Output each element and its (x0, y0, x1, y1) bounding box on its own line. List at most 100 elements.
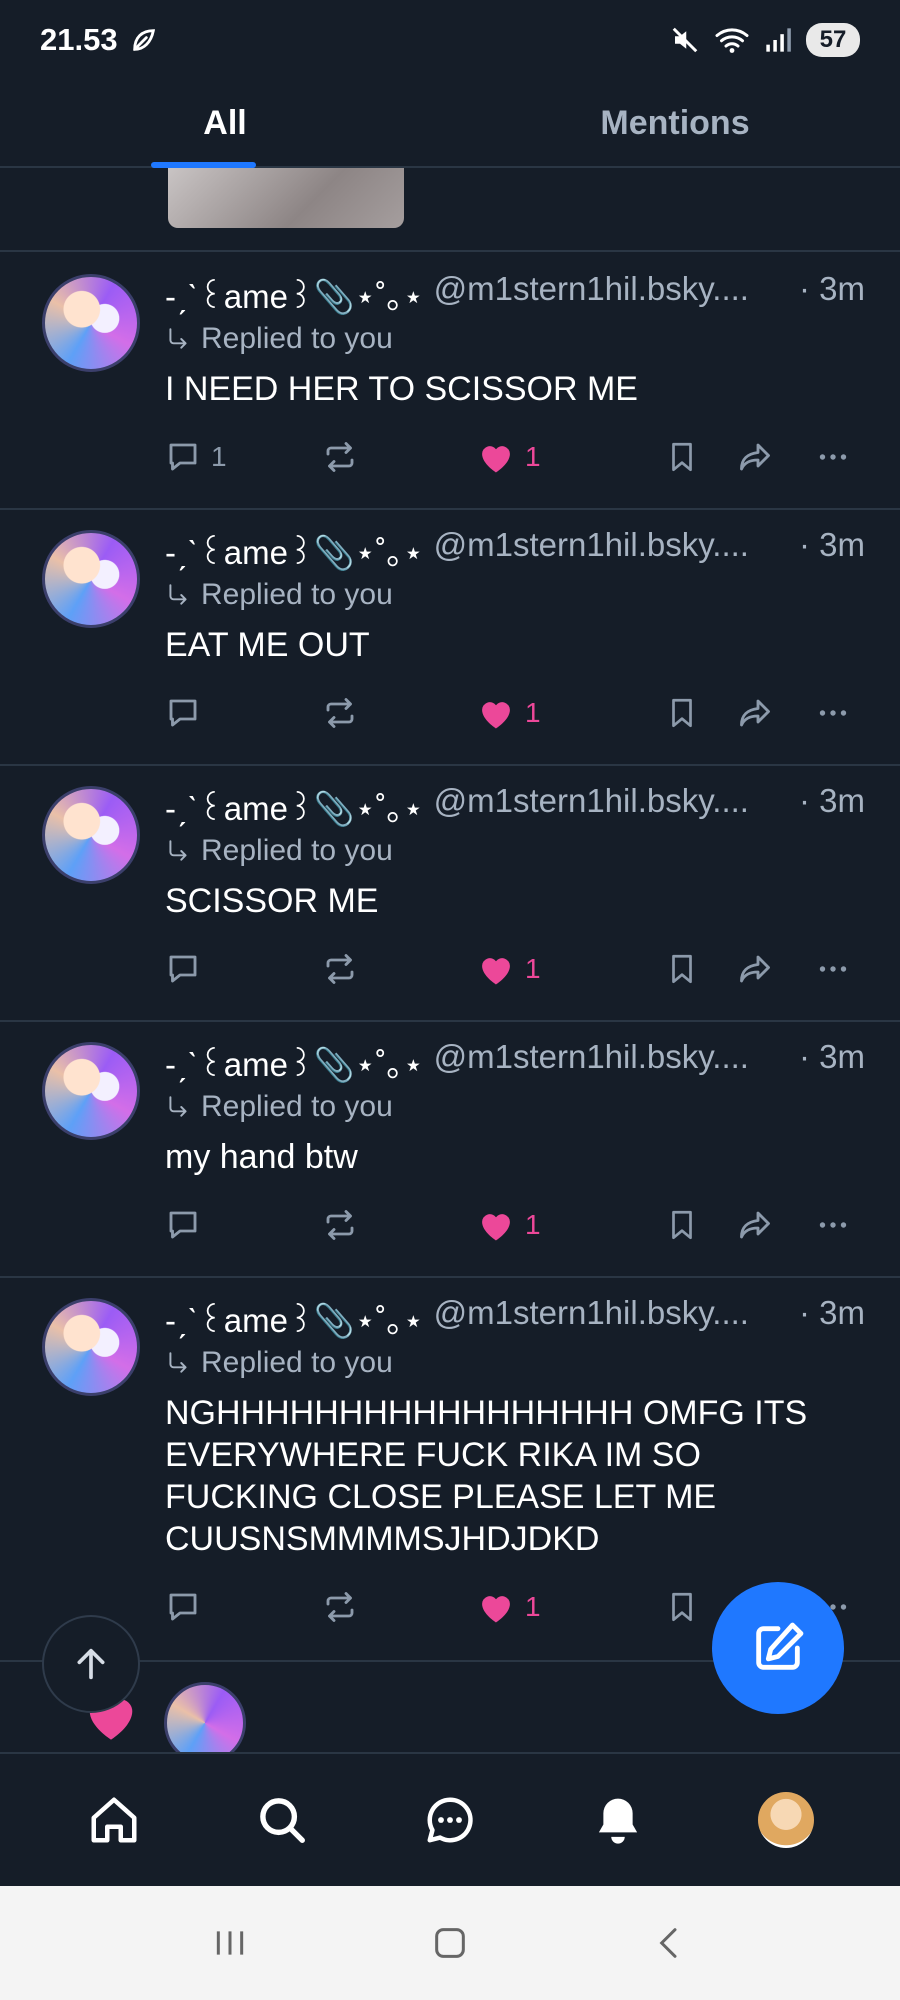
recent-apps-icon[interactable] (210, 1923, 250, 1963)
post-time: · 3m (799, 1038, 865, 1075)
search-icon (255, 1793, 309, 1847)
bookmark-icon (665, 439, 699, 475)
user-handle[interactable]: @m1stern1hil.bsky.... (434, 1038, 789, 1086)
nav-notifications-button[interactable] (578, 1780, 658, 1860)
avatar[interactable] (42, 1042, 140, 1140)
display-name[interactable]: -ˏˋ꒰ame꒱📎⋆˚｡⋆ (165, 782, 424, 830)
tab-mentions[interactable]: Mentions (450, 80, 900, 166)
bookmark-icon (665, 951, 699, 987)
post-text: I NEED HER TO SCISSOR ME (165, 370, 638, 408)
display-name[interactable]: -ˏˋ꒰ame꒱📎⋆˚｡⋆ (165, 526, 424, 574)
avatar[interactable] (42, 530, 140, 628)
bookmark-button[interactable] (665, 439, 699, 475)
like-button[interactable]: 1 (477, 1208, 541, 1242)
share-icon (735, 439, 775, 475)
more-options-button[interactable] (813, 951, 853, 987)
reply-button[interactable] (165, 1589, 211, 1625)
nav-search-button[interactable] (242, 1780, 322, 1860)
bookmark-button[interactable] (665, 695, 699, 731)
mute-icon (670, 25, 700, 55)
heart-icon (477, 952, 515, 986)
user-handle[interactable]: @m1stern1hil.bsky.... (434, 782, 789, 830)
arrow-up-icon (71, 1644, 111, 1684)
like-count: 1 (525, 1591, 541, 1622)
heart-icon (477, 440, 515, 474)
post-meta: -ˏˋ꒰ame꒱📎⋆˚｡⋆ @m1stern1hil.bsky.... · 3m (165, 1038, 865, 1086)
home-system-icon[interactable] (430, 1923, 470, 1963)
compose-icon (749, 1619, 807, 1677)
avatar[interactable] (42, 274, 140, 372)
repost-button[interactable] (321, 439, 359, 475)
status-left: 21.53 (40, 22, 158, 58)
status-right: 57 (670, 23, 860, 57)
notification-item[interactable]: -ˏˋ꒰ame꒱📎⋆˚｡⋆ @m1stern1hil.bsky.... · 3m… (0, 1020, 900, 1276)
repost-button[interactable] (321, 1207, 359, 1243)
replied-label: Replied to you (201, 1090, 393, 1123)
post-image-thumbnail[interactable] (168, 168, 404, 228)
reply-arrow-icon (165, 326, 191, 352)
post-text: SCISSOR ME (165, 882, 379, 920)
share-icon (735, 695, 775, 731)
avatar[interactable] (42, 786, 140, 884)
heart-icon (477, 1208, 515, 1242)
repost-icon (321, 951, 359, 987)
reply-arrow-icon (165, 1094, 191, 1120)
post-text: EAT ME OUT (165, 626, 370, 664)
compose-button[interactable] (712, 1582, 844, 1714)
display-name[interactable]: -ˏˋ꒰ame꒱📎⋆˚｡⋆ (165, 1294, 424, 1342)
notification-item[interactable]: -ˏˋ꒰ame꒱📎⋆˚｡⋆ @m1stern1hil.bsky.... · 3m… (0, 764, 900, 1020)
bookmark-button[interactable] (665, 1207, 699, 1243)
more-options-button[interactable] (813, 1207, 853, 1243)
share-button[interactable] (735, 695, 775, 731)
like-button[interactable]: 1 (477, 696, 541, 730)
replied-label: Replied to you (201, 1346, 393, 1379)
scroll-to-top-button[interactable] (42, 1615, 140, 1713)
tab-all[interactable]: All (0, 80, 450, 166)
leaf-icon (130, 26, 158, 54)
user-handle[interactable]: @m1stern1hil.bsky.... (434, 526, 789, 574)
user-handle[interactable]: @m1stern1hil.bsky.... (434, 270, 789, 318)
repost-button[interactable] (321, 695, 359, 731)
post-text: my hand btw (165, 1138, 358, 1176)
more-icon (813, 695, 853, 731)
post-meta: -ˏˋ꒰ame꒱📎⋆˚｡⋆ @m1stern1hil.bsky.... · 3m (165, 1294, 865, 1342)
replied-indicator: Replied to you (165, 322, 393, 356)
share-icon (735, 1207, 775, 1243)
share-button[interactable] (735, 951, 775, 987)
like-count: 1 (525, 953, 541, 984)
like-button[interactable]: 1 (477, 440, 541, 474)
like-count: 1 (525, 697, 541, 728)
nav-home-button[interactable] (74, 1780, 154, 1860)
post-time: · 3m (799, 270, 865, 307)
back-icon[interactable] (650, 1923, 690, 1963)
reply-button[interactable] (165, 951, 211, 987)
avatar[interactable] (42, 1298, 140, 1396)
replied-indicator: Replied to you (165, 834, 393, 868)
share-button[interactable] (735, 439, 775, 475)
more-icon (813, 439, 853, 475)
like-button[interactable]: 1 (477, 1590, 541, 1624)
nav-profile-button[interactable] (746, 1780, 826, 1860)
bottom-navigation (0, 1752, 900, 1886)
nav-chat-button[interactable] (410, 1780, 490, 1860)
reply-button[interactable]: 1 (165, 439, 227, 475)
notification-item[interactable]: -ˏˋ꒰ame꒱📎⋆˚｡⋆ @m1stern1hil.bsky.... · 3m… (0, 252, 900, 508)
reply-button[interactable] (165, 695, 211, 731)
more-options-button[interactable] (813, 695, 853, 731)
replied-indicator: Replied to you (165, 1090, 393, 1124)
share-button[interactable] (735, 1207, 775, 1243)
repost-button[interactable] (321, 1589, 359, 1625)
like-button[interactable]: 1 (477, 952, 541, 986)
chat-icon (423, 1793, 477, 1847)
notification-item[interactable]: -ˏˋ꒰ame꒱📎⋆˚｡⋆ @m1stern1hil.bsky.... · 3m… (0, 508, 900, 764)
more-options-button[interactable] (813, 439, 853, 475)
reply-button[interactable] (165, 1207, 211, 1243)
user-handle[interactable]: @m1stern1hil.bsky.... (434, 1294, 789, 1342)
post-meta: -ˏˋ꒰ame꒱📎⋆˚｡⋆ @m1stern1hil.bsky.... · 3m (165, 270, 865, 318)
bookmark-button[interactable] (665, 1589, 699, 1625)
bookmark-button[interactable] (665, 951, 699, 987)
display-name[interactable]: -ˏˋ꒰ame꒱📎⋆˚｡⋆ (165, 1038, 424, 1086)
display-name[interactable]: -ˏˋ꒰ame꒱📎⋆˚｡⋆ (165, 270, 424, 318)
bookmark-icon (665, 695, 699, 731)
repost-button[interactable] (321, 951, 359, 987)
